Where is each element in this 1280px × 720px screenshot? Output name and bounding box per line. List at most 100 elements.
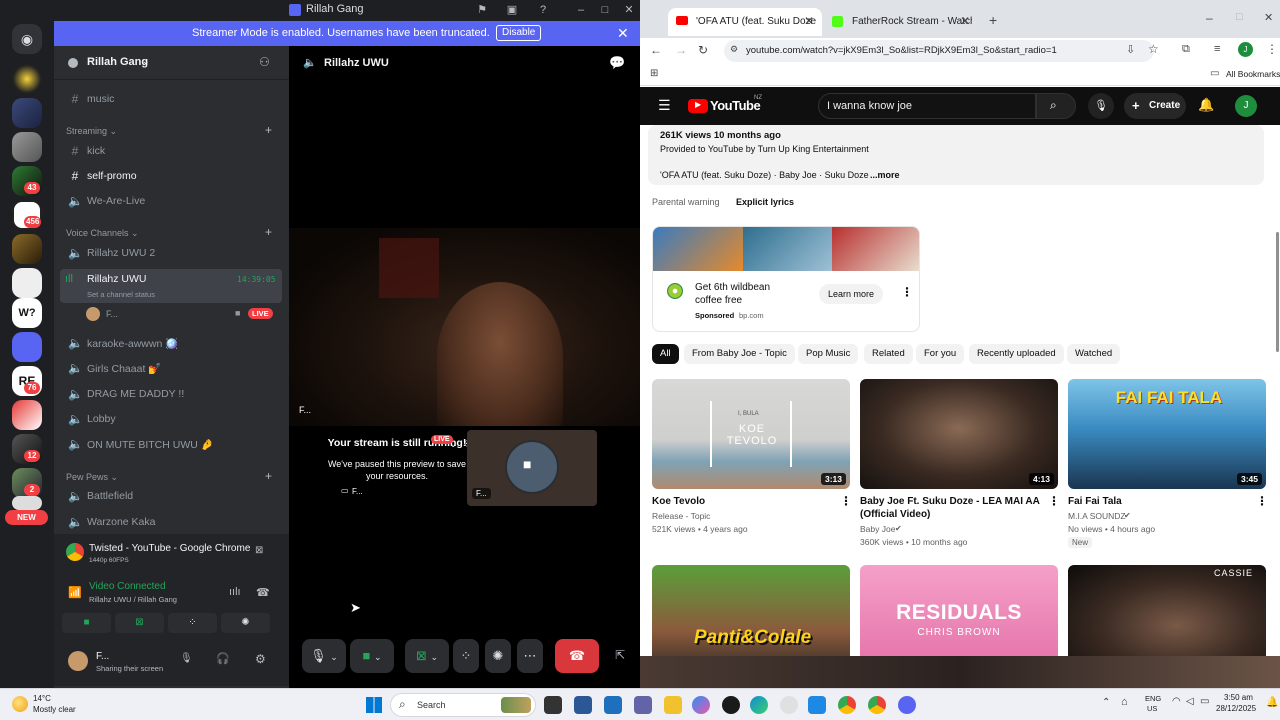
screen-icon[interactable]: ▣: [505, 3, 519, 17]
new-tab-icon[interactable]: +: [989, 12, 997, 28]
tray-chevron-icon[interactable]: ⌃: [1102, 697, 1110, 708]
mic-icon[interactable]: 🎙: [180, 653, 193, 664]
maximize-icon[interactable]: □: [1236, 11, 1243, 23]
close-icon[interactable]: ✕: [804, 14, 814, 28]
activities-button[interactable]: ⁘: [453, 639, 479, 673]
app-icon[interactable]: [808, 696, 826, 714]
inbox-icon[interactable]: ⚑: [475, 3, 489, 17]
chip-related[interactable]: Related: [864, 344, 913, 364]
voice-connected-label[interactable]: Video Connected: [89, 581, 166, 592]
voice-location[interactable]: Rillahz UWU / Rillah Gang: [89, 595, 177, 604]
search-button[interactable]: ⌕: [1036, 93, 1076, 119]
tab-youtube[interactable]: 'OFA ATU (feat. Suku Doze) - Yo ✕: [668, 8, 822, 36]
install-icon[interactable]: ⇩: [1126, 43, 1135, 56]
screenshare-button[interactable]: ⊠ ⌄: [405, 639, 449, 673]
mic-button[interactable]: 🎙 ⌄: [302, 639, 346, 673]
tab-fatherrock[interactable]: FatherRock Stream - Watch Live ✕: [824, 8, 978, 36]
video-thumbnail[interactable]: Panti&Colale: [652, 565, 850, 656]
invite-icon[interactable]: ⚇: [259, 55, 270, 69]
video-menu-icon[interactable]: ⋮: [1048, 494, 1060, 508]
camera-button[interactable]: ■: [62, 613, 111, 633]
language-region[interactable]: US: [1147, 704, 1157, 713]
video-menu-icon[interactable]: ⋮: [1256, 494, 1268, 508]
video-title[interactable]: Fai Fai Tala: [1068, 495, 1248, 508]
channel-self-promo[interactable]: # self-promo: [62, 165, 282, 187]
clock-time[interactable]: 3:50 am: [1224, 693, 1253, 702]
hamburger-icon[interactable]: ☰: [658, 97, 671, 114]
video-thumbnail[interactable]: 4:13: [860, 379, 1058, 489]
banner-close-icon[interactable]: ✕: [617, 25, 629, 42]
menu-icon[interactable]: ⋮: [1266, 42, 1278, 56]
category-streaming[interactable]: Streaming ⌄: [66, 126, 117, 137]
close-icon[interactable]: ✕: [622, 3, 636, 17]
channel-on-mute[interactable]: 🔈 ON MUTE BITCH UWU 🤌: [62, 433, 282, 455]
server-icon-9[interactable]: [12, 332, 42, 362]
add-channel-icon[interactable]: +: [265, 225, 272, 239]
video-thumbnail[interactable]: CASSIE: [1068, 565, 1266, 656]
start-icon[interactable]: [366, 697, 382, 713]
channel-lobby[interactable]: 🔈 Lobby: [62, 408, 282, 430]
channel-we-are-live[interactable]: 🔈 We-Are-Live: [62, 190, 282, 212]
weather-icon[interactable]: [12, 696, 28, 712]
close-icon[interactable]: ✕: [960, 14, 970, 28]
server-icon-6[interactable]: [12, 234, 42, 264]
store-icon[interactable]: [604, 696, 622, 714]
add-channel-icon[interactable]: +: [265, 469, 272, 483]
teams-icon[interactable]: [634, 696, 652, 714]
more-button[interactable]: ⋯: [517, 639, 543, 673]
video-thumbnail[interactable]: I, BULA KOE TEVOLO 3:13: [652, 379, 850, 489]
reading-list-icon[interactable]: ≡: [1214, 43, 1220, 55]
category-voice-channels[interactable]: Voice Channels ⌄: [66, 228, 139, 239]
explorer-icon[interactable]: [664, 696, 682, 714]
all-bookmarks[interactable]: All Bookmarks: [1226, 69, 1280, 79]
channel-rillahz-uwu[interactable]: ıll Rillahz UWU 14:39:05 Set a channel s…: [60, 269, 282, 303]
create-button[interactable]: + Create: [1124, 93, 1186, 119]
close-icon[interactable]: ✕: [1264, 11, 1273, 24]
bookmark-star-icon[interactable]: ☆: [1148, 42, 1159, 56]
task-view-icon[interactable]: [544, 696, 562, 714]
voice-search-icon[interactable]: 🎙: [1088, 93, 1114, 119]
screenshare-button[interactable]: ⊠: [115, 613, 164, 633]
channel-battlefield[interactable]: 🔈 Battlefield: [62, 485, 282, 507]
stop-stream-icon[interactable]: ⊠: [255, 545, 263, 556]
apps-icon[interactable]: ⊞: [650, 68, 658, 79]
network-icon[interactable]: ⌂: [1121, 696, 1128, 708]
avatar[interactable]: [68, 651, 88, 671]
channel-rillahz-uwu-2[interactable]: 🔈 Rillahz UWU 2: [62, 242, 282, 264]
gear-icon[interactable]: ⚙: [255, 652, 266, 666]
noise-suppression-icon[interactable]: ıılı: [229, 586, 241, 598]
server-icon-2[interactable]: [12, 98, 42, 128]
headphones-icon[interactable]: 🎧: [216, 652, 230, 665]
channel-status[interactable]: Set a channel status: [87, 290, 155, 299]
ad-card[interactable]: Get 6th wildbean coffee free Sponsored b…: [652, 226, 920, 332]
video-channel[interactable]: M.I.A SOUNDZ: [1068, 510, 1126, 523]
add-channel-icon[interactable]: +: [265, 123, 272, 137]
address-bar[interactable]: ⚙ youtube.com/watch?v=jkX9Em3l_So&list=R…: [724, 40, 1154, 62]
server-icon-8[interactable]: W?: [12, 298, 42, 328]
channel-warzone[interactable]: 🔈 Warzone Kaka: [62, 511, 282, 533]
channel-kick[interactable]: # kick: [62, 140, 282, 162]
more-link[interactable]: ...more: [870, 170, 900, 180]
profile-avatar[interactable]: J: [1238, 42, 1253, 57]
chrome-profile-icon[interactable]: [868, 696, 886, 714]
server-icon-3[interactable]: [12, 132, 42, 162]
camera-button[interactable]: ■ ⌄: [350, 639, 394, 673]
soundboard-button[interactable]: ✺: [221, 613, 270, 633]
voice-member-row[interactable]: F... ■ LIVE: [82, 305, 282, 323]
bell-icon[interactable]: 🔔: [1198, 97, 1214, 113]
discord-icon[interactable]: [898, 696, 916, 714]
channel-music[interactable]: # music: [62, 88, 282, 110]
channel-drag-me-daddy[interactable]: 🔈 DRAG ME DADDY !!: [62, 383, 282, 405]
video-title[interactable]: Koe Tevolo: [652, 495, 832, 508]
disable-button[interactable]: Disable: [496, 25, 542, 41]
chip-all[interactable]: All: [652, 344, 679, 364]
search-input[interactable]: I wanna know joe: [818, 93, 1036, 119]
video-channel[interactable]: Release - Topic: [652, 510, 710, 523]
chip-watched[interactable]: Watched: [1067, 344, 1121, 364]
disconnect-icon[interactable]: ☎: [256, 586, 270, 599]
volume-icon[interactable]: ◁: [1186, 696, 1194, 707]
back-icon[interactable]: ←: [650, 43, 662, 57]
soundboard-button[interactable]: ✺: [485, 639, 511, 673]
activities-button[interactable]: ⁘: [168, 613, 217, 633]
learn-more-button[interactable]: Learn more: [819, 284, 884, 304]
